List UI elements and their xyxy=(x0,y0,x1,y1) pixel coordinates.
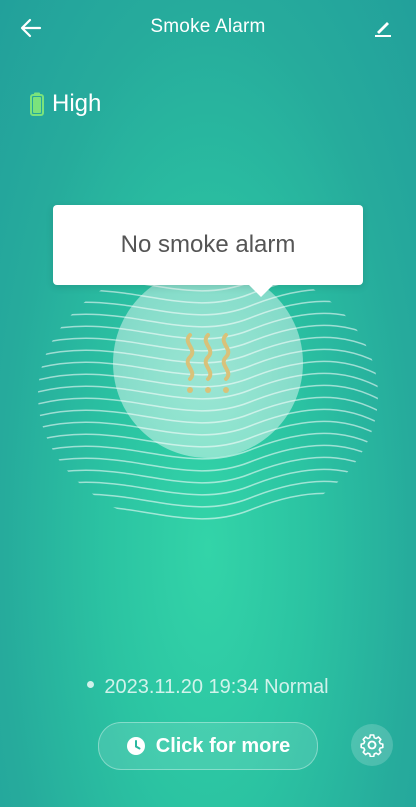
smoke-icon xyxy=(185,333,231,393)
battery-status: High xyxy=(30,90,101,118)
page-title: Smoke Alarm xyxy=(150,16,266,37)
status-message: No smoke alarm xyxy=(120,231,296,258)
clock-icon xyxy=(126,737,145,755)
pencil-icon xyxy=(375,22,391,37)
wave-line xyxy=(38,468,378,497)
battery-icon xyxy=(30,92,44,116)
header-bar: Smoke Alarm xyxy=(0,0,416,56)
record-dot xyxy=(87,681,95,689)
battery-level-label: High xyxy=(52,90,102,117)
latest-record-text: 2023.11.20 19:34 Normal xyxy=(104,676,329,698)
latest-record[interactable]: 2023.11.20 19:34 Normal xyxy=(0,676,416,699)
status-circle xyxy=(113,268,303,458)
click-for-more-label: Click for more xyxy=(155,734,291,757)
gear-icon xyxy=(360,734,384,757)
wave-line xyxy=(38,492,378,521)
click-for-more-button[interactable]: Click for more xyxy=(98,722,318,770)
status-tooltip: No smoke alarm xyxy=(53,205,363,297)
settings-button[interactable] xyxy=(351,724,393,766)
wave-line xyxy=(38,480,378,509)
edit-button[interactable] xyxy=(366,12,400,44)
wave-line xyxy=(38,456,378,485)
